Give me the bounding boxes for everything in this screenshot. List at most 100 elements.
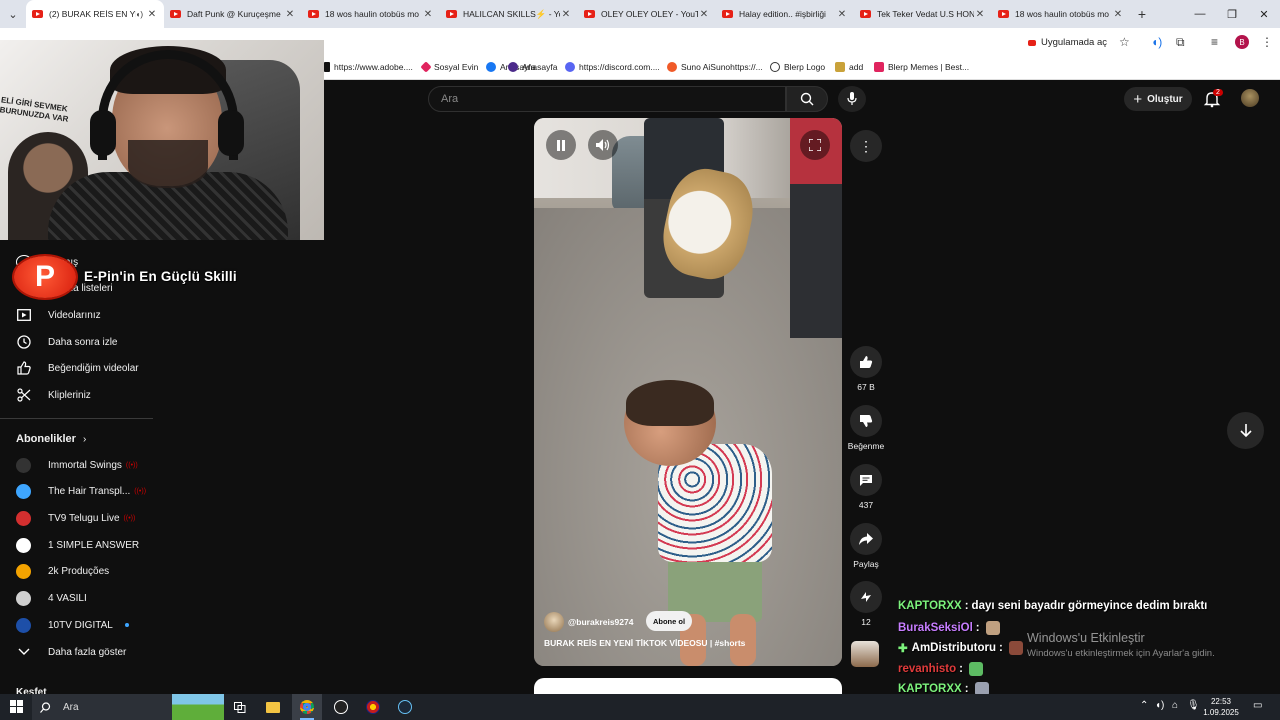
next-video-button[interactable] [1227, 412, 1264, 449]
bookmark-star-icon[interactable]: ☆ [1119, 35, 1130, 49]
close-window-button[interactable]: ✕ [1248, 0, 1280, 28]
subscription-item[interactable]: The Hair Transpl... ((•)) [16, 482, 146, 502]
activation-watermark-subtitle: Windows'u etkinleştirmek için Ayarlar'a … [1027, 648, 1215, 659]
chat-username: BurakSeksiOl [898, 621, 973, 634]
profile-avatar[interactable]: B [1235, 35, 1249, 49]
account-avatar[interactable] [1241, 89, 1259, 107]
tab-close-icon[interactable]: ✕ [560, 9, 572, 20]
tab-title: (2) BURAK REİS EN YE [49, 9, 136, 19]
tab-close-icon[interactable]: ✕ [146, 9, 158, 20]
obs-icon[interactable] [326, 694, 356, 720]
comment-icon [860, 474, 872, 486]
sidebar-item-label: Daha sonra izle [48, 336, 118, 348]
pause-button[interactable] [546, 130, 576, 160]
sidebar-item-watch-later[interactable]: Daha sonra izle [16, 332, 117, 352]
short-title[interactable]: BURAK REİS EN YENİ TİKTOK VİDEOSU | #sho… [544, 638, 745, 648]
bookmark-item[interactable]: Anasayfa [508, 62, 557, 72]
task-view-icon[interactable] [225, 694, 255, 720]
sidebar-item-label: Klipleriniz [48, 389, 91, 401]
tab-close-icon[interactable]: ✕ [974, 9, 986, 20]
subscribe-button[interactable]: Abone ol [646, 611, 692, 631]
subscription-item[interactable]: 2k Produções [16, 562, 109, 582]
browser-tab[interactable]: 18 wos haulin otobüs mo ✕ [992, 0, 1130, 28]
taskbar-search[interactable]: Ara [32, 694, 172, 720]
app-icon[interactable] [358, 694, 388, 720]
sidebar-item-liked-videos[interactable]: Beğendiğim videolar [16, 358, 139, 378]
volume-button[interactable] [588, 130, 618, 160]
tab-close-icon[interactable]: ✕ [284, 9, 296, 20]
subscription-item[interactable]: 4 VASILI [16, 589, 87, 609]
browser-tab[interactable]: 18 wos haulin otobüs mo ✕ [302, 0, 440, 28]
share-button[interactable] [850, 523, 882, 555]
fullscreen-button[interactable] [800, 130, 830, 160]
minimize-button[interactable]: — [1184, 0, 1216, 28]
new-tab-button[interactable]: + [1130, 6, 1154, 22]
dislike-button[interactable] [850, 405, 882, 437]
bookmark-item[interactable]: Sosyal Evin [420, 61, 478, 73]
subscription-item[interactable]: Immortal Swings ((•)) [16, 455, 138, 475]
tab-search-chevron-icon[interactable]: ⌄ [0, 0, 26, 28]
sound-thumbnail[interactable] [851, 641, 879, 667]
tab-audio-icon[interactable]: ◖) [136, 10, 144, 19]
subscriptions-heading[interactable]: Abonelikler › [16, 433, 86, 445]
youtube-favicon-icon [860, 10, 871, 18]
browser-menu-icon[interactable]: ⋮ [1261, 35, 1273, 49]
search-button[interactable] [786, 86, 828, 112]
channel-handle[interactable]: @burakreis9274 [568, 617, 633, 627]
subscription-item[interactable]: TV9 Telugu Live ((•)) [16, 508, 135, 528]
tab-list: (2) BURAK REİS EN YE ◖) ✕ Daft Punk @ Kuruç… [26, 0, 1130, 28]
browser-tab[interactable]: OLEY OLEY OLEY - YouTu ✕ [578, 0, 716, 28]
bookmark-item[interactable]: add [835, 62, 863, 72]
browser-tab[interactable]: Halay edition.. #işbirliği ✕ [716, 0, 854, 28]
sidebar-item-your-videos[interactable]: Videolarınız [16, 305, 101, 325]
browser-tab[interactable]: Tek Teker Vedat U.S HON ✕ [854, 0, 992, 28]
restore-button[interactable]: ❐ [1216, 0, 1248, 28]
notification-center-icon[interactable]: ▭ [1253, 700, 1262, 711]
tab-close-icon[interactable]: ✕ [422, 9, 434, 20]
create-button[interactable]: + Oluştur [1124, 87, 1192, 111]
subscription-item[interactable]: 1 SIMPLE ANSWER [16, 535, 139, 555]
speaker-icon[interactable]: ◖) [1155, 700, 1164, 711]
voice-search-button[interactable] [838, 86, 866, 112]
remix-button[interactable] [850, 581, 882, 613]
browser-tab[interactable]: (2) BURAK REİS EN YE ◖) ✕ [26, 0, 164, 28]
search-icon [800, 92, 814, 106]
bookmark-item[interactable]: https://www.adobe.... [324, 62, 413, 72]
bookmark-item[interactable]: Blerp Logo [770, 62, 825, 72]
extensions-puzzle-icon[interactable]: ⧉ [1176, 35, 1185, 50]
tray-chevron-icon[interactable]: ⌃ [1140, 700, 1148, 711]
comments-button[interactable] [850, 464, 882, 496]
like-button[interactable] [850, 346, 882, 378]
shorts-video-player[interactable] [534, 118, 842, 666]
extension-audio-icon[interactable]: ◖) [1151, 35, 1162, 49]
channel-info[interactable]: @burakreis9274 [544, 612, 633, 632]
sidebar-item-your-clips[interactable]: Klipleriniz [16, 385, 91, 405]
bookmark-item[interactable]: Blerp Memes | Best... [874, 62, 969, 72]
file-explorer-icon[interactable] [258, 694, 288, 720]
browser-tab[interactable]: Daft Punk @ Kuruçeşme ✕ [164, 0, 302, 28]
network-icon[interactable]: ⌂ [1172, 700, 1178, 711]
browser-tab[interactable]: HALILCAN SKILLS⚡ - You ✕ [440, 0, 578, 28]
channel-avatar[interactable] [544, 612, 564, 632]
chrome-icon[interactable] [292, 694, 322, 720]
windows-start-icon[interactable] [10, 700, 23, 713]
bookmark-item[interactable]: Suno AiSunohttps://... [667, 62, 763, 72]
show-more-button[interactable]: Daha fazla göster [16, 642, 126, 662]
bookmark-item[interactable]: https://discord.com.... [565, 62, 660, 72]
search-input[interactable]: Ara [428, 86, 786, 112]
steam-icon[interactable] [390, 694, 420, 720]
live-indicator-icon: ((•)) [125, 461, 138, 469]
search-highlight-image[interactable] [172, 694, 224, 720]
tab-close-icon[interactable]: ✕ [836, 9, 848, 20]
play-square-icon [16, 307, 32, 323]
live-indicator-icon: ((•)) [134, 488, 147, 496]
more-options-button[interactable]: ⋮ [850, 130, 882, 162]
tab-close-icon[interactable]: ✕ [698, 9, 710, 20]
media-controls-icon[interactable]: ≡ [1211, 35, 1218, 49]
sidebar-divider [0, 418, 153, 419]
open-in-app-button[interactable]: Uygulamada aç [1028, 37, 1107, 48]
subscription-item[interactable]: 10TV DIGITAL [16, 615, 129, 635]
taskbar-clock[interactable]: 22:53 1.09.2025 [1198, 696, 1244, 718]
tab-close-icon[interactable]: ✕ [1112, 9, 1124, 20]
live-indicator-icon: ((•)) [123, 514, 136, 522]
